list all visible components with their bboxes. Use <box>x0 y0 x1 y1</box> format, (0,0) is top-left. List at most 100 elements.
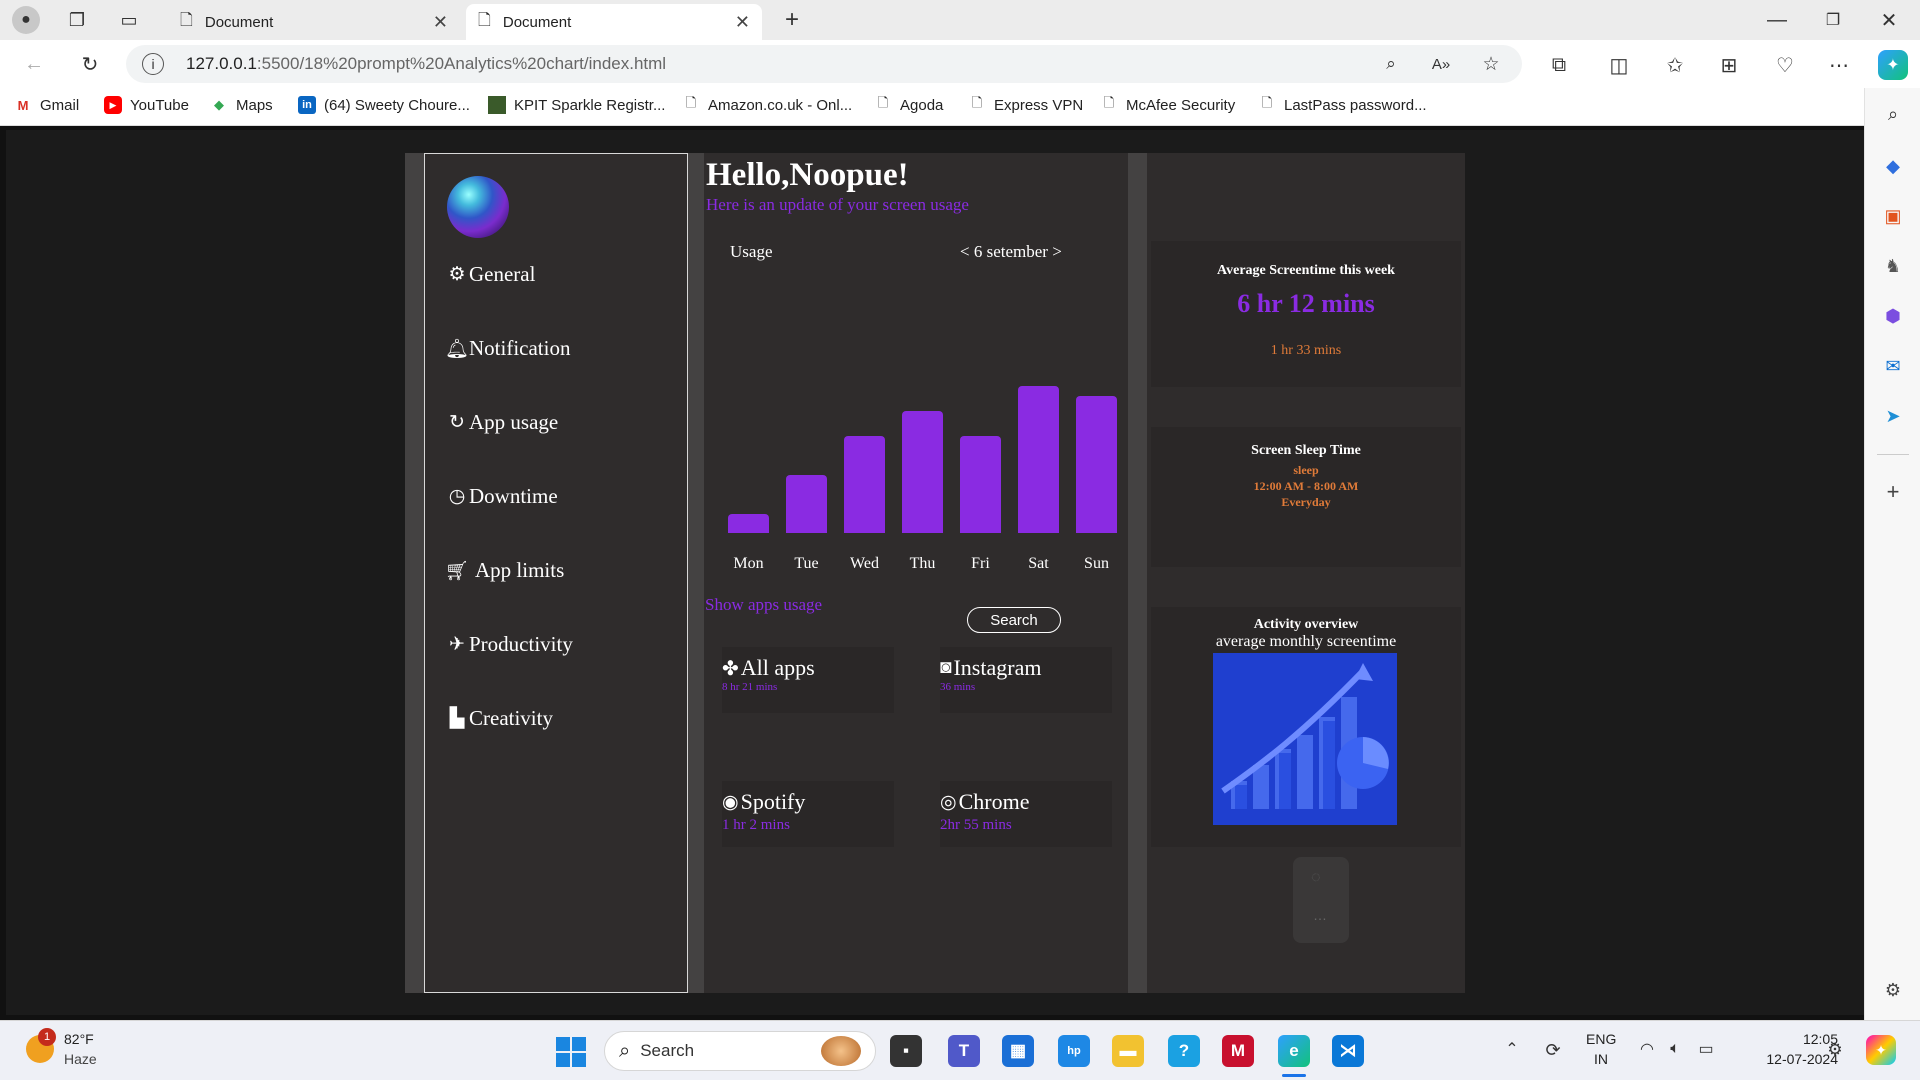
sidebar-settings-icon[interactable]: ⚙ <box>1881 978 1905 1002</box>
reload-icon[interactable]: ↻ <box>76 50 104 78</box>
battery-icon[interactable]: ▭ <box>1694 1037 1718 1061</box>
bookmark-kpit[interactable]: KPIT Sparkle Registr... <box>488 96 665 114</box>
mcafee-icon[interactable]: M <box>1222 1035 1254 1067</box>
bookmark-label: Maps <box>236 96 273 114</box>
app-card-instagram[interactable]: ◙ Instagram 36 mins <box>940 647 1112 713</box>
favorite-star-icon[interactable]: ☆ <box>1480 53 1502 75</box>
nav-item-notification[interactable]: 🔔︎ Notification <box>445 336 571 361</box>
search-button[interactable]: Search <box>967 607 1061 633</box>
minimize-icon[interactable]: — <box>1762 6 1792 34</box>
sidebar-send-icon[interactable]: ➤ <box>1881 404 1905 428</box>
weather-temp[interactable]: 82°F <box>64 1031 94 1047</box>
bookmark-label: (64) Sweety Choure... <box>324 96 470 114</box>
notification-icon[interactable]: ⚙ <box>1822 1037 1848 1063</box>
sidebar-shopping-icon[interactable]: ◆ <box>1881 154 1905 178</box>
app-name-text: All apps <box>740 655 815 680</box>
nav-item-general[interactable]: ⚙ General <box>447 262 535 287</box>
bookmark-lastpass[interactable]: 🗋 LastPass password... <box>1258 95 1427 114</box>
show-apps-usage-heading[interactable]: Show apps usage <box>705 595 822 615</box>
bookmark-maps[interactable]: ◆ Maps <box>210 96 273 114</box>
back-icon[interactable]: ← <box>20 50 48 78</box>
workspaces-icon[interactable]: ❐ <box>64 8 90 32</box>
collections-icon[interactable]: ⊞ <box>1716 52 1742 78</box>
browser-essentials-icon[interactable]: ♡ <box>1772 52 1798 78</box>
sidebar-outlook-icon[interactable]: ✉ <box>1881 354 1905 378</box>
nav-item-downtime[interactable]: ◷ Downtime <box>447 484 558 509</box>
wifi-icon[interactable]: ◠ <box>1636 1037 1658 1061</box>
activity-illustration <box>1213 653 1397 825</box>
bookmark-linkedin[interactable]: in (64) Sweety Choure... <box>298 96 470 114</box>
language-top[interactable]: ENG <box>1586 1031 1616 1047</box>
bookmark-gmail[interactable]: M Gmail <box>14 96 80 114</box>
weather-app-icon[interactable]: ? <box>1168 1035 1200 1067</box>
nav-item-app-limits[interactable]: 🛒︎ App limits <box>445 558 564 583</box>
bookmark-label: KPIT Sparkle Registr... <box>514 96 666 114</box>
store-icon[interactable]: ▦ <box>1002 1035 1034 1067</box>
myhp-icon[interactable]: hp <box>1058 1035 1090 1067</box>
profile-icon[interactable]: ● <box>12 6 40 34</box>
sidebar-tools-icon[interactable]: ▣ <box>1881 204 1905 228</box>
greeting-title: Hello,Noopue! <box>706 157 909 193</box>
sync-icon[interactable]: ⟳ <box>1540 1037 1566 1063</box>
url-field[interactable]: i 127.0.0.1:5500/18%20prompt%20Analytics… <box>126 45 1522 83</box>
date-navigator[interactable]: < 6 setember > <box>960 242 1062 262</box>
taskbar-search[interactable]: ⌕ Search <box>604 1031 876 1071</box>
nav-label: Creativity <box>469 706 553 730</box>
read-aloud-icon[interactable]: A» <box>1430 53 1452 75</box>
avatar[interactable] <box>447 176 509 238</box>
sidebar-add-icon[interactable]: + <box>1881 479 1905 504</box>
extensions-icon[interactable]: ⧉ <box>1546 52 1572 78</box>
maps-pin-icon: ◆ <box>214 97 224 112</box>
usage-bar-chart <box>728 363 1117 553</box>
close-tab-icon[interactable]: ✕ <box>433 12 448 33</box>
activity-subtitle: average monthly screentime <box>1215 633 1397 650</box>
volume-icon[interactable]: 🔈︎ <box>1664 1037 1686 1061</box>
teams-icon[interactable]: T <box>948 1035 980 1067</box>
floating-widget[interactable]: ◌ … <box>1293 857 1349 943</box>
app-name-text: Spotify <box>740 789 806 814</box>
favorites-icon[interactable]: ✩ <box>1662 52 1688 78</box>
copilot-tray-icon[interactable]: ✦ <box>1866 1035 1896 1065</box>
sidebar-search-icon[interactable]: ⌕ <box>1881 102 1905 126</box>
tab-title: Document <box>502 13 572 31</box>
nav-item-app-usage[interactable]: ↻ App usage <box>447 410 558 435</box>
avg-screentime-sub: 1 hr 33 mins <box>1270 343 1342 358</box>
nav-item-creativity[interactable]: ▙ Creativity <box>447 706 553 731</box>
tab-document-2[interactable]: 🗋 Document ✕ <box>466 4 762 40</box>
instagram-icon: ◙ <box>940 657 952 678</box>
app-time: 36 mins <box>940 681 976 693</box>
sidebar-games-icon[interactable]: ♞ <box>1881 254 1905 278</box>
tab-title: Document <box>204 13 274 31</box>
tab-document-1[interactable]: 🗋 Document ✕ <box>170 4 460 40</box>
bookmark-youtube[interactable]: ▶ YouTube <box>104 96 189 114</box>
vscode-icon[interactable]: ⋊ <box>1332 1035 1364 1067</box>
bookmark-expressvpn[interactable]: 🗋 Express VPN <box>968 95 1083 114</box>
bookmark-label: Amazon.co.uk - Onl... <box>708 96 853 114</box>
edge-icon[interactable]: e <box>1278 1035 1310 1067</box>
bookmark-mcafee[interactable]: 🗋 McAfee Security <box>1100 95 1235 114</box>
x-tick-label: Sun <box>1084 555 1109 572</box>
copilot-icon[interactable]: ✦ <box>1878 50 1908 80</box>
tray-chevron-icon[interactable]: ⌃ <box>1500 1037 1524 1061</box>
app-card-all-apps[interactable]: ✤ All apps 8 hr 21 mins <box>722 647 894 713</box>
edge-active-indicator <box>1282 1074 1306 1077</box>
task-view-icon[interactable]: ▪ <box>890 1035 922 1067</box>
close-tab-icon[interactable]: ✕ <box>735 12 750 33</box>
window-close-icon[interactable]: ✕ <box>1874 6 1904 34</box>
file-explorer-icon[interactable]: ▬ <box>1112 1035 1144 1067</box>
app-card-chrome[interactable]: ◎ Chrome 2hr 55 mins <box>940 781 1112 847</box>
new-tab-icon[interactable]: + <box>778 6 806 34</box>
zoom-icon[interactable]: ⌕ <box>1380 53 1402 75</box>
nav-item-productivity[interactable]: ✈ Productivity <box>447 632 573 657</box>
more-menu-icon[interactable]: ⋯ <box>1826 52 1852 78</box>
restore-icon[interactable]: ❐ <box>1818 6 1848 34</box>
url-host: 127.0.0.1 <box>186 54 257 73</box>
windows-start-icon[interactable] <box>556 1037 586 1067</box>
app-card-spotify[interactable]: ◉ Spotify 1 hr 2 mins <box>722 781 894 847</box>
site-info-icon[interactable]: i <box>142 53 164 75</box>
split-screen-icon[interactable]: ◫ <box>1606 52 1632 78</box>
sidebar-m365-icon[interactable]: ⬢ <box>1881 304 1905 328</box>
bookmark-agoda[interactable]: 🗋 Agoda <box>874 95 944 114</box>
bookmark-amazon[interactable]: 🗋 Amazon.co.uk - Onl... <box>682 95 853 114</box>
tab-actions-icon[interactable]: ▭ <box>116 8 142 32</box>
